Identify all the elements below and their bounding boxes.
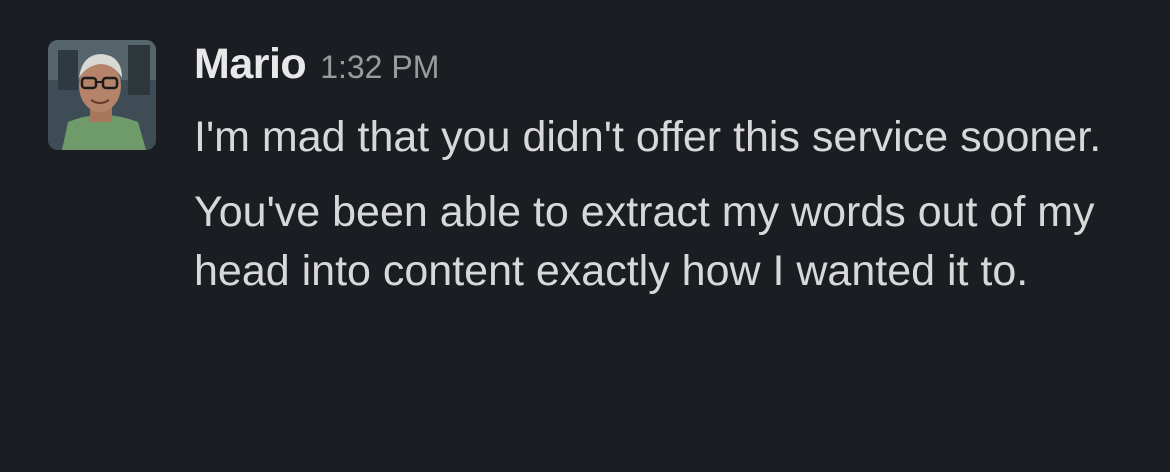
avatar[interactable] bbox=[48, 40, 156, 150]
message-paragraph: You've been able to extract my words out… bbox=[194, 188, 1095, 295]
message-body: I'm mad that you didn't offer this servi… bbox=[194, 108, 1134, 317]
author-name[interactable]: Mario bbox=[194, 40, 307, 89]
message-timestamp[interactable]: 1:32 PM bbox=[320, 49, 439, 86]
message-header: Mario 1:32 PM bbox=[194, 40, 439, 104]
chat-message: Mario 1:32 PM I'm mad that you didn't of… bbox=[0, 0, 1170, 472]
avatar-photo-icon bbox=[48, 40, 156, 150]
message-paragraph: I'm mad that you didn't offer this servi… bbox=[194, 113, 1102, 161]
